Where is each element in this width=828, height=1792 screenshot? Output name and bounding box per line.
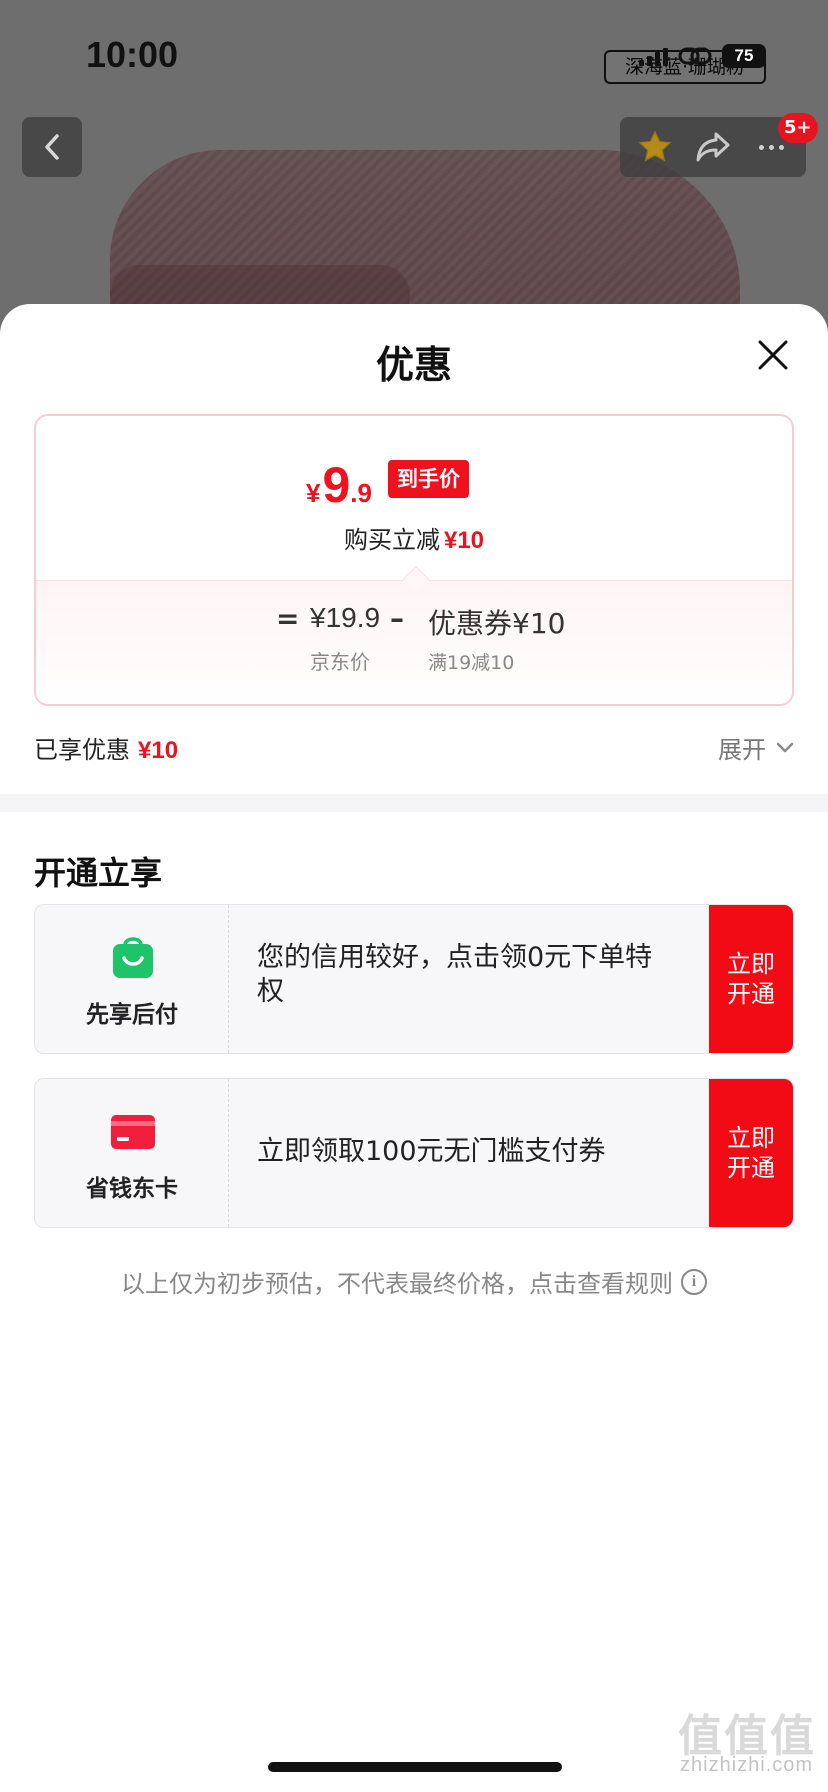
message-badge: 5+: [778, 113, 818, 143]
watermark-text: zhizhizhi.com: [680, 1754, 814, 1776]
chevron-left-icon: [45, 134, 59, 160]
home-indicator[interactable]: [268, 1762, 562, 1772]
card-icon: [111, 1115, 155, 1149]
final-price-decimal: .9: [350, 478, 372, 508]
offer-saving-card[interactable]: 省钱东卡 立即领取100元无门槛支付券 立即开通: [34, 1078, 794, 1228]
section-title: 开通立享: [34, 854, 163, 892]
offer-saving-card-name: 省钱东卡: [86, 1176, 178, 1202]
offer-pay-later-desc: 您的信用较好，点击领0元下单特权: [257, 942, 653, 1007]
price-formula: = ¥19.9 – 优惠券¥10: [36, 602, 792, 642]
offer-saving-card-desc: 立即领取100元无门槛支付券: [257, 1136, 606, 1167]
offer-pay-later-brand: 先享后付: [35, 905, 229, 1053]
jd-price-label: 京东价: [310, 650, 370, 674]
back-button[interactable]: [22, 117, 82, 177]
shopping-bag-icon: [113, 937, 153, 978]
star-icon: [638, 130, 672, 162]
share-button[interactable]: [689, 123, 737, 171]
sheet-title: 优惠: [375, 343, 452, 387]
reduction-amount: ¥10: [443, 527, 485, 554]
section-divider: [0, 794, 828, 812]
final-price: ¥ 9 .9: [306, 456, 372, 516]
close-icon[interactable]: [754, 336, 792, 374]
chevron-down-icon: [776, 742, 794, 752]
offer-pay-later-name: 先享后付: [86, 1002, 178, 1028]
purchase-reduction: 购买立减 ¥10: [36, 520, 792, 555]
formula-minus: –: [390, 602, 404, 635]
favorite-button[interactable]: [631, 123, 679, 171]
reduction-label: 购买立减: [343, 526, 440, 554]
final-price-tag: 到手价: [388, 460, 469, 498]
formula-equals: =: [276, 602, 300, 635]
offer-pay-later[interactable]: 先享后付 您的信用较好，点击领0元下单特权 立即开通: [34, 904, 794, 1054]
offer-saving-card-brand: 省钱东卡: [35, 1079, 229, 1227]
status-time: 10:00: [86, 34, 179, 75]
final-price-integer: 9: [322, 457, 351, 513]
enjoyed-label: 已享优惠: [34, 736, 130, 764]
price-disclaimer[interactable]: 以上仅为初步预估，不代表最终价格，点击查看规则 i: [0, 1264, 828, 1299]
info-icon[interactable]: i: [681, 1268, 707, 1295]
enjoyed-discount: 已享优惠 ¥10: [34, 730, 178, 765]
price-breakdown-card: ¥ 9 .9 到手价 购买立减 ¥10 = ¥19.9 – 优惠券¥10 京东价 …: [34, 414, 794, 706]
jd-price: ¥19.9: [310, 602, 381, 633]
coupon-amount: 优惠券¥10: [428, 607, 566, 640]
price-formula-area: [36, 580, 792, 704]
expand-button[interactable]: 展开: [718, 730, 794, 765]
expand-label: 展开: [718, 736, 766, 764]
link-icon: [678, 47, 712, 65]
more-dots-icon: [758, 144, 784, 150]
signal-icon: [639, 46, 668, 66]
disclaimer-text: 以上仅为初步预估，不代表最终价格，点击查看规则: [121, 1270, 673, 1298]
activate-saving-card-button[interactable]: 立即开通: [709, 1079, 793, 1227]
discount-sheet: 优惠 ¥ 9 .9 到手价 购买立减 ¥10 = ¥19.9 – 优惠券¥10 京…: [0, 304, 828, 1792]
battery-icon: 75: [722, 44, 766, 68]
activate-pay-later-button[interactable]: 立即开通: [709, 905, 793, 1053]
share-icon: [696, 132, 730, 162]
enjoyed-amount: ¥10: [138, 737, 179, 764]
coupon-rule: 满19减10: [428, 652, 515, 674]
status-icons: 75: [639, 44, 766, 68]
final-price-currency: ¥: [306, 478, 321, 508]
